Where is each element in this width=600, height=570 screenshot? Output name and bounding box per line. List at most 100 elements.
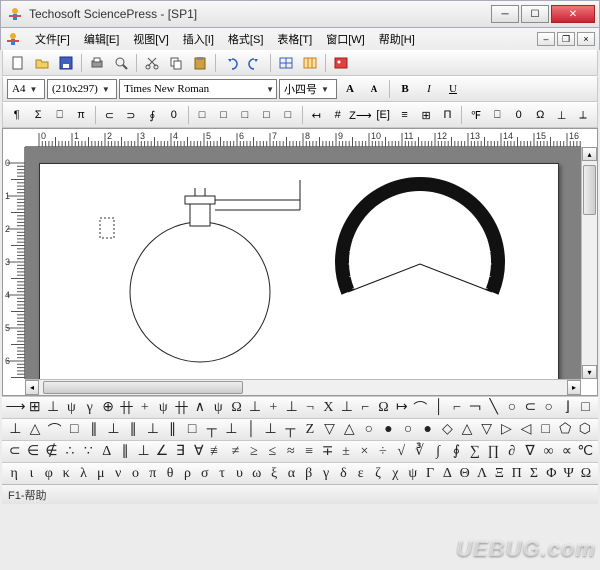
symbol-row4-24[interactable]: Γ xyxy=(422,465,438,483)
redo-button[interactable] xyxy=(244,53,266,73)
symbol-row3-12[interactable]: ≠ xyxy=(227,443,244,461)
tool3-4[interactable]: ⊂ xyxy=(100,105,119,125)
symbol-row3-18[interactable]: ± xyxy=(337,443,354,461)
symbol-row1-15[interactable]: ⊥ xyxy=(283,399,300,417)
tool3-0[interactable]: ¶ xyxy=(7,105,26,125)
symbol-row2-20[interactable]: ○ xyxy=(399,421,418,439)
symbol-row1-31[interactable]: □ xyxy=(577,399,594,417)
symbol-row4-11[interactable]: σ xyxy=(197,465,213,483)
symbol-row1-21[interactable]: ↦ xyxy=(393,399,410,417)
symbol-row2-22[interactable]: ◇ xyxy=(438,421,457,439)
symbol-row4-20[interactable]: ε xyxy=(353,465,369,483)
tool3-8[interactable]: □ xyxy=(192,105,211,125)
hscroll-thumb[interactable] xyxy=(43,381,243,394)
symbol-row3-5[interactable]: Δ xyxy=(98,443,115,461)
font-name-dropdown[interactable]: Times New Roman▼ xyxy=(119,79,277,99)
paper-size-dropdown[interactable]: A4▼ xyxy=(7,79,45,99)
tool3-18[interactable]: ⊞ xyxy=(416,105,435,125)
tool3-15[interactable]: Z⟶ xyxy=(349,105,371,125)
symbol-row4-17[interactable]: β xyxy=(301,465,317,483)
symbol-row2-17[interactable]: △ xyxy=(340,421,359,439)
symbol-row2-10[interactable]: ┬ xyxy=(202,421,221,439)
symbol-row2-18[interactable]: ○ xyxy=(360,421,379,439)
tool3-6[interactable]: ∮ xyxy=(143,105,162,125)
symbol-row4-32[interactable]: Ψ xyxy=(561,465,577,483)
symbol-row3-16[interactable]: ≡ xyxy=(301,443,318,461)
symbol-row4-26[interactable]: Θ xyxy=(457,465,473,483)
symbol-row4-13[interactable]: υ xyxy=(231,465,247,483)
tool3-17[interactable]: ≡ xyxy=(395,105,414,125)
symbol-row3-3[interactable]: ∴ xyxy=(61,443,78,461)
tool3-24[interactable]: ⊥ xyxy=(552,105,571,125)
symbol-row2-12[interactable]: │ xyxy=(242,421,261,439)
symbol-row3-2[interactable]: ∉ xyxy=(43,443,60,461)
symbol-row2-4[interactable]: ∥ xyxy=(85,421,104,439)
maximize-button[interactable]: ☐ xyxy=(521,5,549,23)
symbol-row1-17[interactable]: X xyxy=(320,399,337,417)
symbol-row4-33[interactable]: Ω xyxy=(578,465,594,483)
symbol-row1-28[interactable]: ⊂ xyxy=(522,399,539,417)
tool3-3[interactable]: π xyxy=(71,105,90,125)
tool3-14[interactable]: # xyxy=(328,105,347,125)
symbol-row1-27[interactable]: ○ xyxy=(503,399,520,417)
symbol-row2-24[interactable]: ▽ xyxy=(477,421,496,439)
tool3-13[interactable]: ↤ xyxy=(307,105,326,125)
tool3-19[interactable]: Π xyxy=(438,105,457,125)
paper-dims-dropdown[interactable]: (210x297)▼ xyxy=(47,79,117,99)
tool3-20[interactable]: ℉ xyxy=(466,105,485,125)
tool3-16[interactable]: [E] xyxy=(373,105,392,125)
symbol-row1-23[interactable]: │ xyxy=(430,399,447,417)
mdi-restore[interactable]: ❐ xyxy=(557,32,575,46)
symbol-row4-6[interactable]: ν xyxy=(110,465,126,483)
canvas-viewport[interactable] xyxy=(25,147,581,379)
symbol-row2-15[interactable]: Z xyxy=(301,421,320,439)
symbol-row2-23[interactable]: △ xyxy=(458,421,477,439)
symbol-row1-2[interactable]: ⊥ xyxy=(44,399,61,417)
symbol-row2-2[interactable]: ⌒ xyxy=(45,421,64,439)
symbol-row1-4[interactable]: γ xyxy=(81,399,98,417)
open-button[interactable] xyxy=(31,53,53,73)
symbol-row1-1[interactable]: ⊞ xyxy=(26,399,43,417)
symbol-row4-3[interactable]: κ xyxy=(58,465,74,483)
symbol-row2-25[interactable]: ▷ xyxy=(497,421,516,439)
menu-edit[interactable]: 编辑[E] xyxy=(78,29,125,49)
symbol-row4-10[interactable]: ρ xyxy=(179,465,195,483)
menu-help[interactable]: 帮助[H] xyxy=(373,29,421,49)
tool3-22[interactable]: 0 xyxy=(509,105,528,125)
symbol-row3-13[interactable]: ≥ xyxy=(245,443,262,461)
symbol-row3-27[interactable]: ∂ xyxy=(503,443,520,461)
symbol-row1-7[interactable]: + xyxy=(136,399,153,417)
symbol-row2-21[interactable]: ● xyxy=(418,421,437,439)
symbol-row3-17[interactable]: ∓ xyxy=(319,443,336,461)
symbol-row3-1[interactable]: ∈ xyxy=(24,443,41,461)
image-button[interactable] xyxy=(330,53,352,73)
symbol-row1-10[interactable]: ∧ xyxy=(191,399,208,417)
menu-table[interactable]: 表格[T] xyxy=(271,29,318,49)
vertical-scrollbar[interactable]: ▴ ▾ xyxy=(581,147,597,379)
symbol-row3-9[interactable]: ∃ xyxy=(172,443,189,461)
italic-button[interactable]: I xyxy=(418,79,440,99)
symbol-row4-16[interactable]: α xyxy=(283,465,299,483)
symbol-row1-20[interactable]: Ω xyxy=(375,399,392,417)
tool3-7[interactable]: 0 xyxy=(164,105,183,125)
scroll-left-button[interactable]: ◂ xyxy=(25,380,39,395)
symbol-row2-6[interactable]: ∥ xyxy=(124,421,143,439)
symbol-row1-14[interactable]: + xyxy=(265,399,282,417)
symbol-row2-1[interactable]: △ xyxy=(26,421,45,439)
symbol-row2-13[interactable]: ⊥ xyxy=(261,421,280,439)
undo-button[interactable] xyxy=(220,53,242,73)
symbol-row3-8[interactable]: ∠ xyxy=(153,443,170,461)
symbol-row3-21[interactable]: √ xyxy=(393,443,410,461)
symbol-row4-27[interactable]: Λ xyxy=(474,465,490,483)
font-decrease[interactable]: A xyxy=(363,79,385,99)
symbol-row4-15[interactable]: ξ xyxy=(266,465,282,483)
symbol-row3-23[interactable]: ∫ xyxy=(429,443,446,461)
symbol-row4-2[interactable]: φ xyxy=(41,465,57,483)
symbol-row1-11[interactable]: ψ xyxy=(210,399,227,417)
symbol-row4-18[interactable]: γ xyxy=(318,465,334,483)
symbol-row1-3[interactable]: ψ xyxy=(63,399,80,417)
symbol-row1-6[interactable]: 卄 xyxy=(118,399,135,417)
close-button[interactable]: ✕ xyxy=(551,5,595,23)
tool3-5[interactable]: ⊃ xyxy=(121,105,140,125)
symbol-row1-18[interactable]: ⊥ xyxy=(338,399,355,417)
